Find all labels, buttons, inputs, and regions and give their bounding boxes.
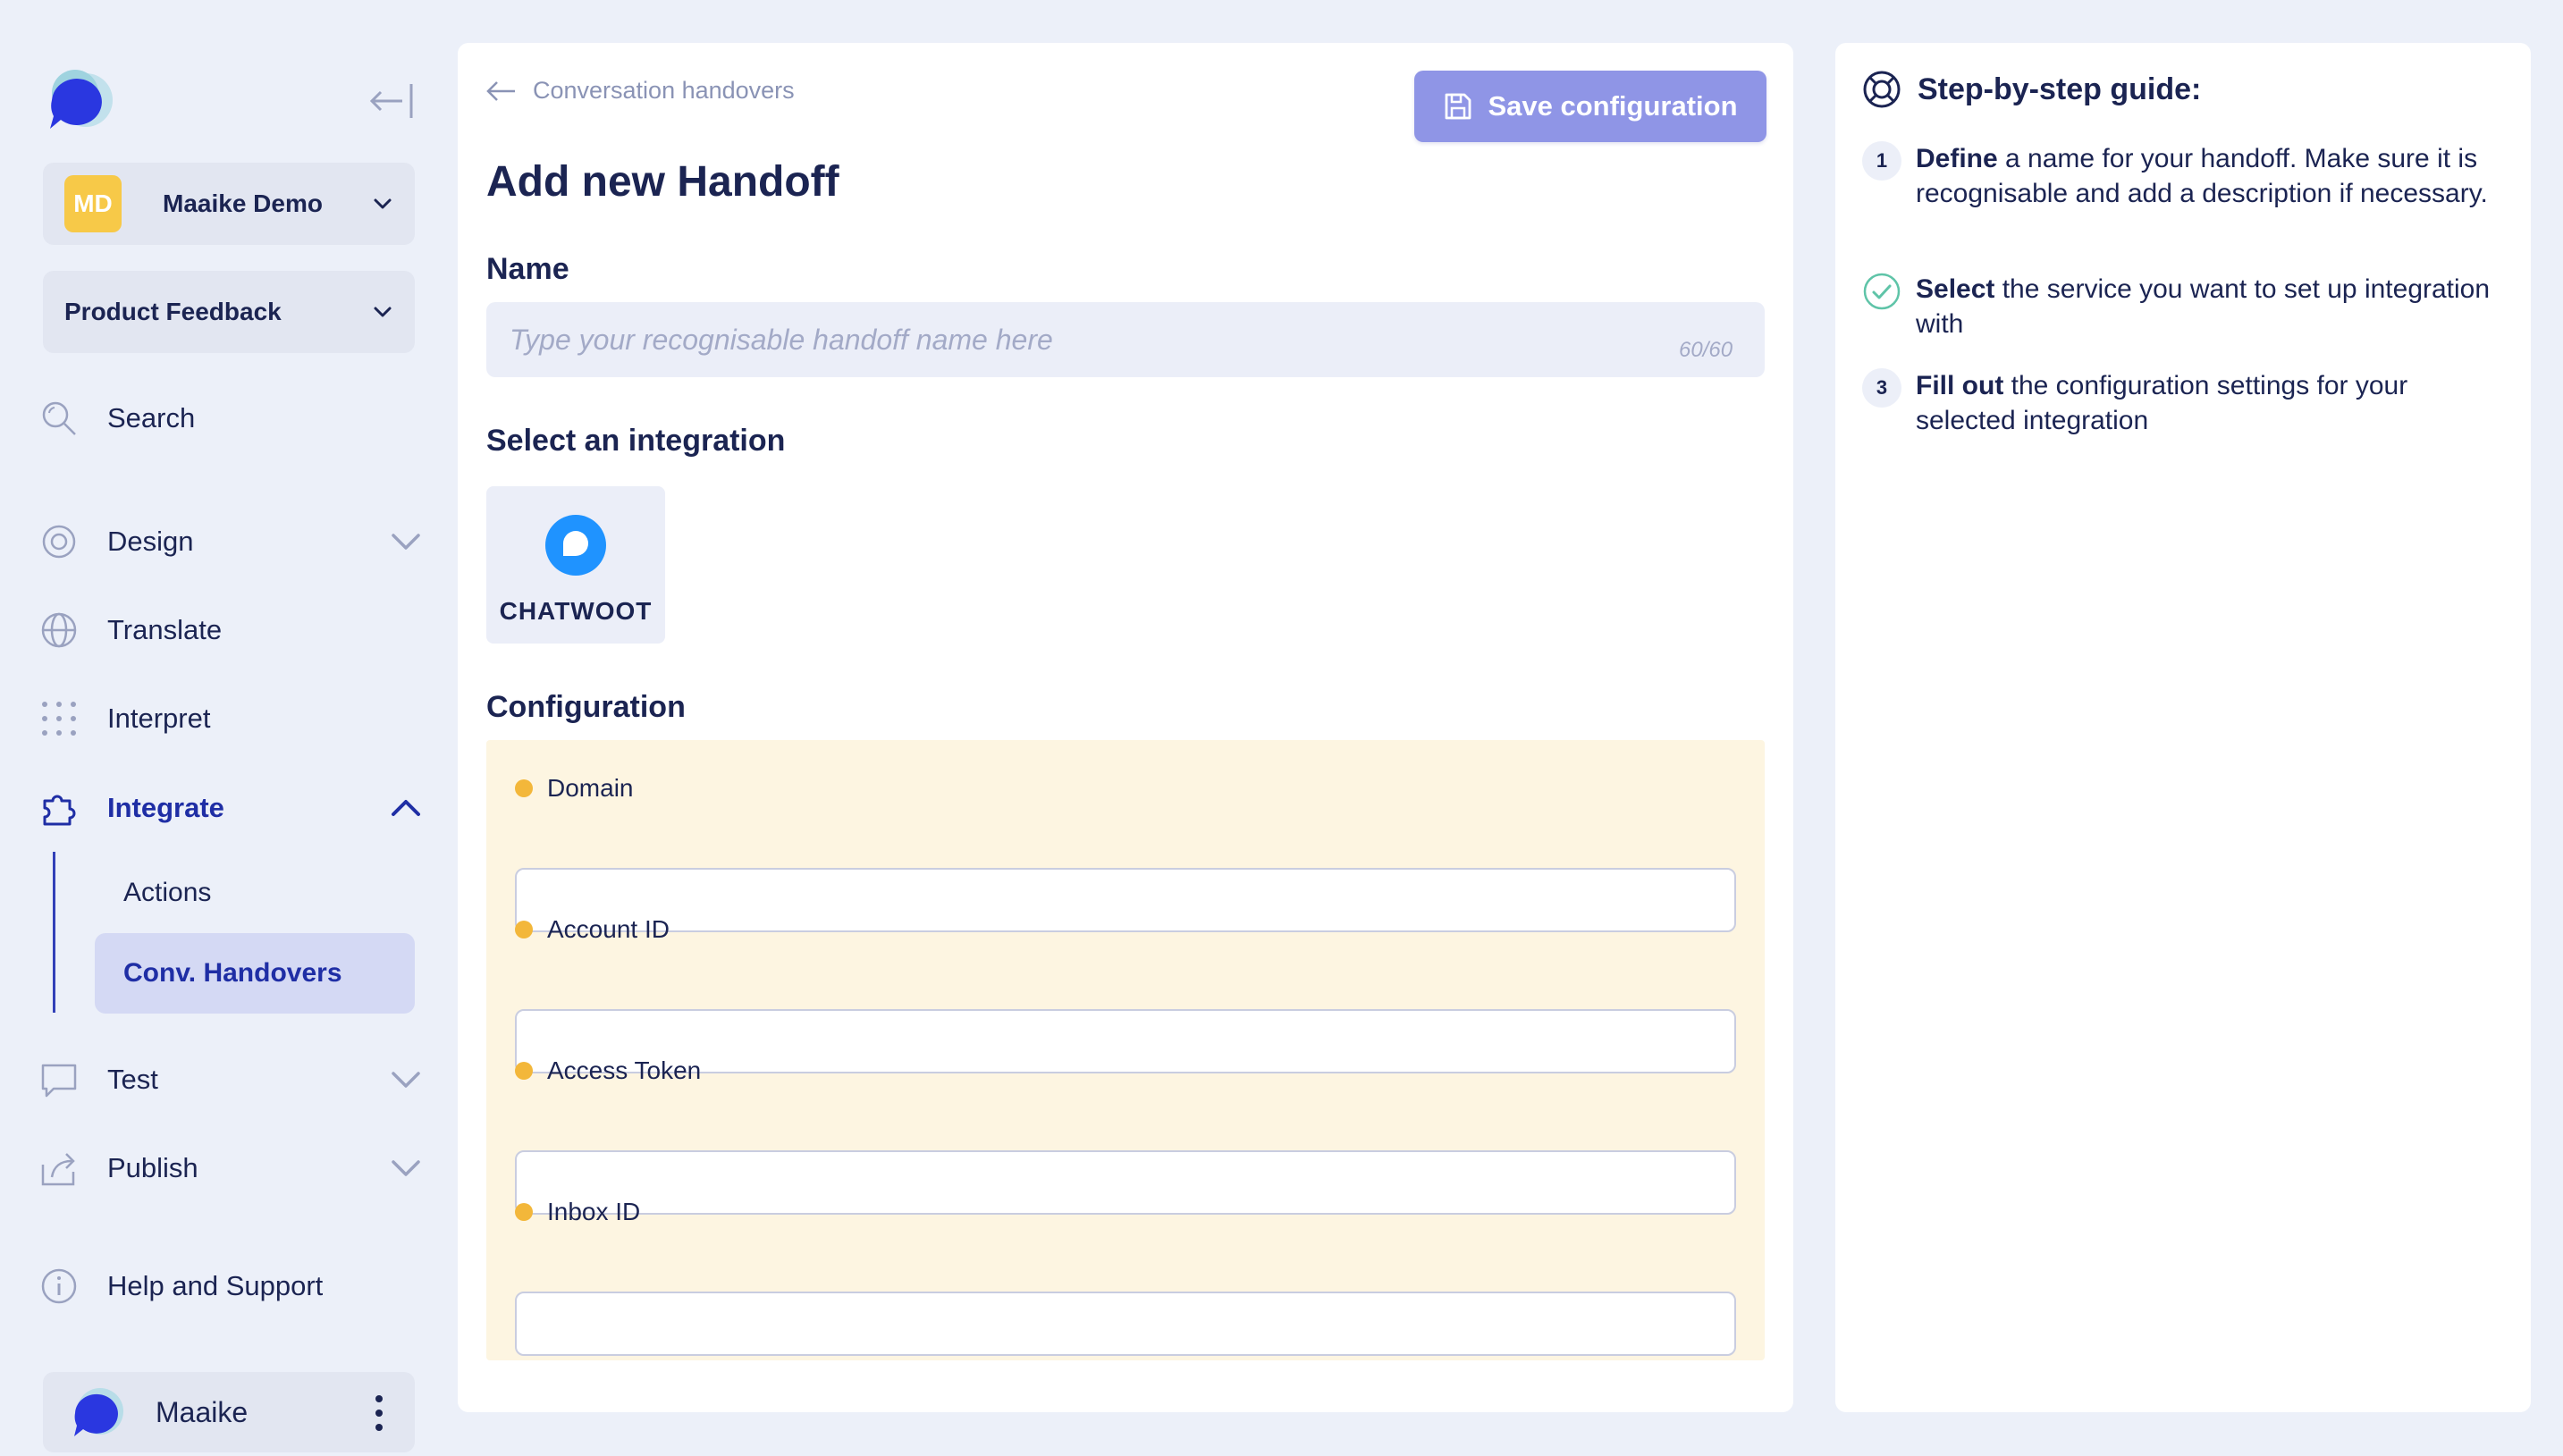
configuration-box: Domain Account ID Access Token Inbox ID [486,740,1765,1360]
main-panel: Conversation handovers Save configuratio… [458,43,1793,1412]
chevron-down-icon [392,534,420,550]
step-rest: the service you want to set up integrati… [1916,274,2491,339]
page-title: Add new Handoff [486,158,839,206]
nav-test[interactable]: Test [39,1051,424,1108]
access-token-label-text: Access Token [547,1056,702,1084]
integration-label: CHATWOOT [499,597,653,625]
nav-design[interactable]: Design [39,513,424,570]
config-section-label: Configuration [486,690,686,724]
nav-search-label: Search [107,402,196,433]
arrow-left-icon [486,80,515,101]
nav-translate-label: Translate [107,614,223,645]
workspace-avatar: MD [64,175,122,232]
project-dropdown[interactable]: Product Feedback [43,271,415,353]
domain-field[interactable] [515,868,1736,932]
guide-step-3: 3 Fill out the configuration settings fo… [1862,368,2506,438]
share-icon [39,1149,79,1188]
step-bold: Select [1916,274,1995,304]
account-id-label-text: Account ID [547,915,670,943]
guide-step-2: Select the service you want to set up in… [1862,272,2506,341]
nav-interpret[interactable]: Interpret [39,690,424,747]
save-button-label: Save configuration [1488,90,1738,122]
back-link-label: Conversation handovers [533,77,795,104]
step-text: Fill out the configuration settings for … [1916,368,2506,438]
nav-interpret-label: Interpret [107,703,211,734]
step-bold: Fill out [1916,371,2004,400]
inbox-id-field[interactable] [515,1292,1736,1356]
workspace-name: Maaike Demo [163,189,323,217]
lifebuoy-icon [1863,71,1901,108]
nav-integrate-label: Integrate [107,792,224,823]
domain-label-text: Domain [547,774,634,802]
inbox-id-label-text: Inbox ID [547,1198,641,1225]
submenu-indicator-line [53,852,55,1013]
domain-label: Domain [515,774,633,803]
step-number: 1 [1862,141,1901,181]
step-number: 3 [1862,368,1901,408]
guide-title: Step-by-step guide: [1918,72,2202,106]
nav-help-label: Help and Support [107,1270,324,1301]
search-icon [39,399,79,438]
nav-actions[interactable]: Actions [95,853,415,933]
more-vertical-icon[interactable] [370,1392,388,1435]
chevron-down-icon [392,1160,420,1176]
step-bold: Define [1916,144,1998,173]
user-name: Maaike [156,1395,249,1428]
nav-translate[interactable]: Translate [39,602,424,659]
app-logo [39,64,120,139]
puzzle-icon [39,788,79,828]
access-token-field[interactable] [515,1150,1736,1215]
required-dot [515,1203,533,1221]
guide-header: Step-by-step guide: [1862,70,2201,109]
info-icon [39,1267,79,1306]
palette-icon [39,522,79,561]
integration-section-label: Select an integration [486,424,786,458]
nav-publish[interactable]: Publish [39,1140,424,1197]
nav-conv-handovers[interactable]: Conv. Handovers [95,933,415,1014]
chevron-down-icon [374,307,392,317]
nav-design-label: Design [107,526,194,557]
required-dot [515,779,533,797]
nav-help-support[interactable]: Help and Support [39,1258,424,1315]
chevron-down-icon [374,198,392,209]
step-text: Define a name for your handoff. Make sur… [1916,141,2506,211]
step-rest: a name for your handoff. Make sure it is… [1916,144,2488,208]
required-dot [515,921,533,938]
nav-integrate[interactable]: Integrate [39,779,424,837]
step-text: Select the service you want to set up in… [1916,272,2506,341]
chevron-up-icon [392,800,420,816]
required-dot [515,1062,533,1080]
globe-icon [39,610,79,650]
nav-search[interactable]: Search [39,390,424,447]
check-circle-icon [1863,273,1901,310]
collapse-left-icon [369,84,413,118]
collapse-sidebar-button[interactable] [367,79,418,123]
nav-publish-label: Publish [107,1152,198,1183]
chatwoot-icon [545,515,606,576]
avatar [74,1388,123,1436]
name-char-count: 60/60 [1679,338,1733,362]
inbox-id-label: Inbox ID [515,1198,640,1226]
account-id-label: Account ID [515,915,670,944]
user-card[interactable]: Maaike [43,1372,415,1452]
guide-step-1: 1 Define a name for your handoff. Make s… [1862,141,2506,211]
integration-card-chatwoot[interactable]: CHATWOOT [486,486,665,644]
name-section-label: Name [486,252,569,286]
project-name: Product Feedback [64,298,282,325]
workspace-dropdown[interactable]: MD Maaike Demo [43,163,415,245]
access-token-label: Access Token [515,1056,701,1085]
sidebar: MD Maaike Demo Product Feedback Search D… [0,0,447,1456]
handoff-name-input[interactable] [486,302,1765,377]
save-configuration-button[interactable]: Save configuration [1414,71,1766,142]
chat-bubble-icon [39,1060,79,1099]
chevron-down-icon [392,1072,420,1088]
save-icon [1446,93,1471,120]
back-link[interactable]: Conversation handovers [485,77,795,105]
nav-test-label: Test [107,1064,158,1095]
dots-grid-icon [39,699,79,738]
guide-panel: Step-by-step guide: 1 Define a name for … [1835,43,2531,1412]
